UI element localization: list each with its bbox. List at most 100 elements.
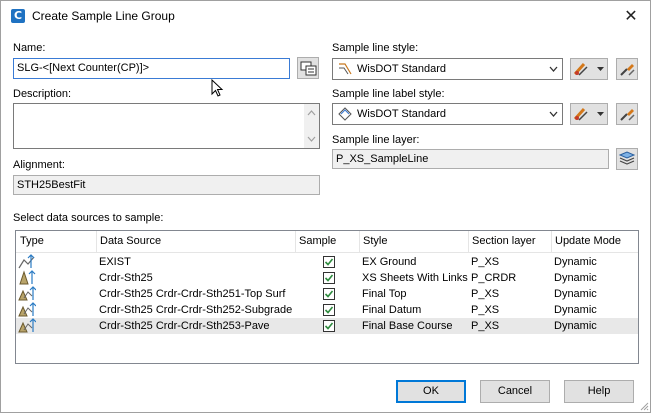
update-mode-cell[interactable]: Dynamic: [554, 288, 597, 300]
column-header-sample[interactable]: Sample: [299, 235, 336, 247]
table-row[interactable]: Crdr-Sth25 XS Sheets With Links P_CRDR D…: [16, 270, 638, 286]
style-cell[interactable]: XS Sheets With Links: [362, 272, 468, 284]
sample-line-label-style-value: WisDOT Standard: [357, 108, 447, 120]
pick-label-style-button[interactable]: [616, 103, 638, 125]
style-cell[interactable]: Final Base Course: [362, 320, 453, 332]
corridor-type-icon: [19, 270, 36, 285]
close-icon[interactable]: ✕: [618, 5, 644, 27]
data-source-cell: Crdr-Sth25: [99, 272, 153, 284]
checkmark-icon: [324, 306, 334, 314]
civil3d-app-icon: C: [11, 9, 25, 23]
window-title: Create Sample Line Group: [32, 9, 175, 23]
scroll-up-icon[interactable]: [304, 106, 319, 120]
description-scrollbar[interactable]: [304, 104, 319, 148]
update-mode-cell[interactable]: Dynamic: [554, 304, 597, 316]
cancel-button[interactable]: Cancel: [480, 380, 550, 403]
column-header-data-source[interactable]: Data Source: [100, 235, 161, 247]
name-input[interactable]: SLG-<[Next Counter(CP)]>: [13, 58, 290, 79]
help-button[interactable]: Help: [564, 380, 634, 403]
data-source-cell: Crdr-Sth25 Crdr-Crdr-Sth251-Top Surf: [99, 288, 286, 300]
name-label: Name:: [13, 42, 46, 54]
column-header-style[interactable]: Style: [363, 235, 387, 247]
label-style-icon: [338, 107, 352, 121]
data-source-cell: Crdr-Sth25 Crdr-Crdr-Sth252-Subgrade: [99, 304, 293, 316]
sample-line-layer-field: P_XS_SampleLine: [332, 149, 609, 169]
surface-type-icon: [18, 254, 35, 269]
update-mode-cell[interactable]: Dynamic: [554, 272, 597, 284]
create-sample-line-group-dialog: C Create Sample Line Group ✕ Name: SLG-<…: [0, 0, 651, 413]
edit-label-style-split-button[interactable]: [570, 103, 608, 125]
sample-checkbox[interactable]: [323, 288, 335, 300]
checkmark-icon: [324, 258, 334, 266]
corridor-surface-type-icon: [18, 302, 36, 317]
pick-style-icon: [620, 64, 635, 76]
checkmark-icon: [324, 290, 334, 298]
sample-line-layer-label: Sample line layer:: [332, 134, 420, 146]
table-row[interactable]: Crdr-Sth25 Crdr-Crdr-Sth253-Pave Final B…: [16, 318, 638, 334]
pick-style-button[interactable]: [616, 58, 638, 80]
layer-button[interactable]: [616, 148, 638, 170]
sample-line-layer-value: P_XS_SampleLine: [336, 153, 429, 165]
update-mode-cell[interactable]: Dynamic: [554, 320, 597, 332]
alignment-value: STH25BestFit: [17, 179, 86, 191]
column-divider[interactable]: [295, 231, 296, 253]
section-layer-cell[interactable]: P_CRDR: [471, 272, 516, 284]
sample-line-label-style-dropdown[interactable]: WisDOT Standard: [332, 103, 563, 125]
edit-style-icon: [573, 62, 604, 76]
section-layer-cell[interactable]: P_XS: [471, 304, 499, 316]
sample-checkbox[interactable]: [323, 304, 335, 316]
sample-line-style-icon: [339, 63, 352, 75]
checkmark-icon: [324, 322, 334, 330]
column-divider[interactable]: [359, 231, 360, 253]
description-label: Description:: [13, 88, 72, 100]
table-row[interactable]: Crdr-Sth25 Crdr-Crdr-Sth251-Top Surf Fin…: [16, 286, 638, 302]
section-layer-cell[interactable]: P_XS: [471, 288, 499, 300]
edit-label-style-icon: [573, 107, 604, 121]
column-divider[interactable]: [551, 231, 552, 253]
checkmark-icon: [324, 274, 334, 282]
ok-button[interactable]: OK: [396, 380, 466, 403]
table-row[interactable]: Crdr-Sth25 Crdr-Crdr-Sth252-Subgrade Fin…: [16, 302, 638, 318]
description-input[interactable]: [13, 103, 320, 149]
column-header-type[interactable]: Type: [20, 235, 44, 247]
chevron-down-icon: [549, 66, 558, 72]
sample-line-style-value: WisDOT Standard: [357, 63, 447, 75]
column-divider[interactable]: [96, 231, 97, 253]
name-input-value: SLG-<[Next Counter(CP)]>: [17, 62, 150, 74]
corridor-surface-type-icon: [18, 318, 36, 333]
title-bar: C Create Sample Line Group ✕: [1, 1, 650, 31]
data-source-cell: Crdr-Sth25 Crdr-Crdr-Sth253-Pave: [99, 320, 270, 332]
scroll-down-icon[interactable]: [304, 132, 319, 146]
alignment-label: Alignment:: [13, 159, 65, 171]
sample-checkbox[interactable]: [323, 272, 335, 284]
data-sources-grid[interactable]: Type Data Source Sample Style Section la…: [15, 230, 639, 364]
data-sources-label: Select data sources to sample:: [13, 212, 164, 224]
sample-line-style-dropdown[interactable]: WisDOT Standard: [332, 58, 563, 80]
update-mode-cell[interactable]: Dynamic: [554, 256, 597, 268]
name-template-button[interactable]: [297, 57, 319, 79]
style-cell[interactable]: Final Top: [362, 288, 406, 300]
column-header-section-layer[interactable]: Section layer: [472, 235, 536, 247]
column-header-update-mode[interactable]: Update Mode: [555, 235, 621, 247]
name-template-icon: [300, 61, 317, 76]
pick-label-style-icon: [620, 109, 635, 121]
table-row[interactable]: EXIST EX Ground P_XS Dynamic: [16, 254, 638, 270]
sample-checkbox[interactable]: [323, 320, 335, 332]
style-cell[interactable]: Final Datum: [362, 304, 421, 316]
section-layer-cell[interactable]: P_XS: [471, 320, 499, 332]
edit-style-split-button[interactable]: [570, 58, 608, 80]
corridor-surface-type-icon: [18, 286, 36, 301]
resize-grip-icon[interactable]: [638, 400, 650, 412]
chevron-down-icon: [549, 111, 558, 117]
grid-header: Type Data Source Sample Style Section la…: [16, 231, 638, 253]
mouse-cursor-icon: [211, 79, 224, 97]
layers-icon: [618, 151, 636, 165]
sample-line-label-style-label: Sample line label style:: [332, 88, 445, 100]
sample-checkbox[interactable]: [323, 256, 335, 268]
section-layer-cell[interactable]: P_XS: [471, 256, 499, 268]
data-source-cell: EXIST: [99, 256, 131, 268]
sample-line-style-label: Sample line style:: [332, 42, 419, 54]
column-divider[interactable]: [468, 231, 469, 253]
alignment-field: STH25BestFit: [13, 175, 320, 195]
style-cell[interactable]: EX Ground: [362, 256, 416, 268]
